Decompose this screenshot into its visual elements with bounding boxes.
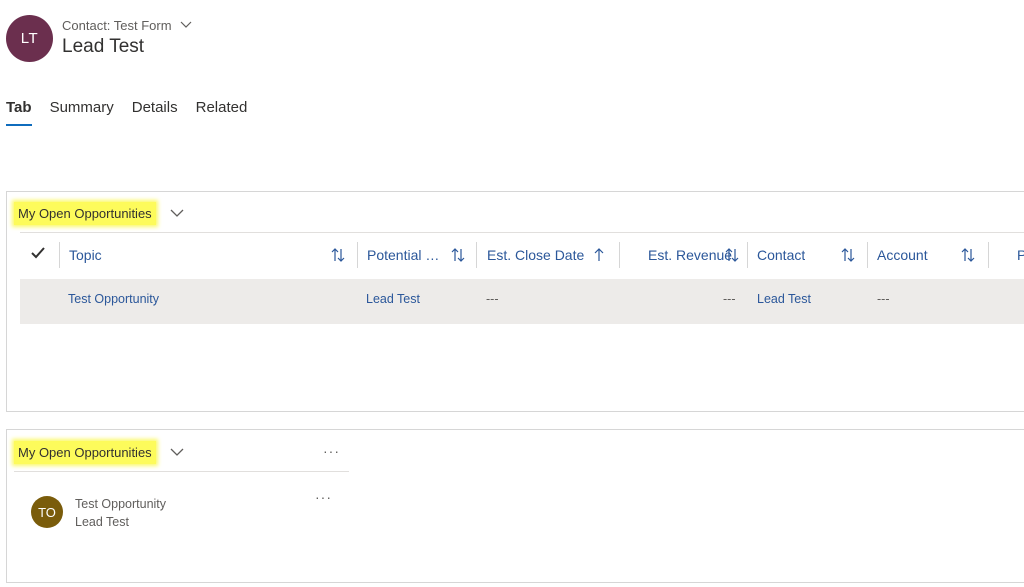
grid-section-header: My Open Opportunities xyxy=(14,202,184,225)
list-item-subtitle: Lead Test xyxy=(75,515,129,529)
column-separator xyxy=(747,242,748,268)
sort-icon xyxy=(725,247,739,266)
column-header-est-revenue[interactable]: Est. Revenue xyxy=(648,240,743,270)
chevron-down-icon[interactable] xyxy=(170,209,184,218)
column-label: Contact xyxy=(757,247,806,263)
column-label: Account xyxy=(877,247,928,263)
column-label: Est. Close Date xyxy=(487,247,585,263)
cell-account: --- xyxy=(877,292,890,306)
sort-icon xyxy=(451,247,465,266)
more-options-icon[interactable]: ··· xyxy=(315,489,332,505)
tab-details[interactable]: Details xyxy=(132,99,178,126)
record-title: Lead Test xyxy=(62,36,145,57)
cell-contact[interactable]: Lead Test xyxy=(757,292,811,306)
column-header-est-close-date[interactable]: Est. Close Date xyxy=(487,240,612,270)
column-separator xyxy=(357,242,358,268)
column-separator xyxy=(867,242,868,268)
grid-divider xyxy=(20,232,1024,233)
avatar: TO xyxy=(31,496,63,528)
cell-topic[interactable]: Test Opportunity xyxy=(68,292,159,306)
cell-est-revenue: --- xyxy=(723,292,736,306)
form-label: Contact: Test Form xyxy=(62,17,172,33)
record-avatar: LT xyxy=(6,15,53,62)
list-divider xyxy=(14,471,349,472)
list-section-header: My Open Opportunities xyxy=(14,441,184,464)
column-header-potential-customer[interactable]: Potential Cu... xyxy=(367,240,469,270)
tab-summary[interactable]: Summary xyxy=(50,99,114,126)
cell-est-close-date: --- xyxy=(486,292,499,306)
column-header-topic[interactable]: Topic xyxy=(69,240,349,270)
column-label: Topic xyxy=(69,247,102,263)
column-label: Est. Revenue xyxy=(648,247,733,263)
form-selector[interactable]: Contact: Test Form xyxy=(62,16,192,34)
cell-potential-customer[interactable]: Lead Test xyxy=(366,292,420,306)
section-title: My Open Opportunities xyxy=(14,202,156,225)
column-separator xyxy=(988,242,989,268)
table-row[interactable] xyxy=(20,279,1024,324)
tab-list: Tab Summary Details Related xyxy=(6,99,247,126)
sort-icon xyxy=(961,247,975,266)
more-options-icon[interactable]: ··· xyxy=(323,443,340,459)
chevron-down-icon[interactable] xyxy=(170,448,184,457)
column-header-partial[interactable]: P xyxy=(1017,240,1024,270)
sort-icon xyxy=(331,247,345,266)
list-item-title[interactable]: Test Opportunity xyxy=(75,497,166,511)
column-label: P xyxy=(1017,247,1024,263)
chevron-down-icon xyxy=(180,16,192,34)
column-header-contact[interactable]: Contact xyxy=(757,240,862,270)
select-all-checkmark-icon[interactable] xyxy=(30,246,46,265)
column-label: Potential Cu... xyxy=(367,247,449,263)
tab-related[interactable]: Related xyxy=(196,99,248,126)
column-separator xyxy=(619,242,620,268)
column-separator xyxy=(59,242,60,268)
sort-ascending-icon xyxy=(593,247,605,266)
column-separator xyxy=(476,242,477,268)
column-header-account[interactable]: Account xyxy=(877,240,982,270)
sort-icon xyxy=(841,247,855,266)
tab-tab[interactable]: Tab xyxy=(6,99,32,126)
section-title: My Open Opportunities xyxy=(14,441,156,464)
